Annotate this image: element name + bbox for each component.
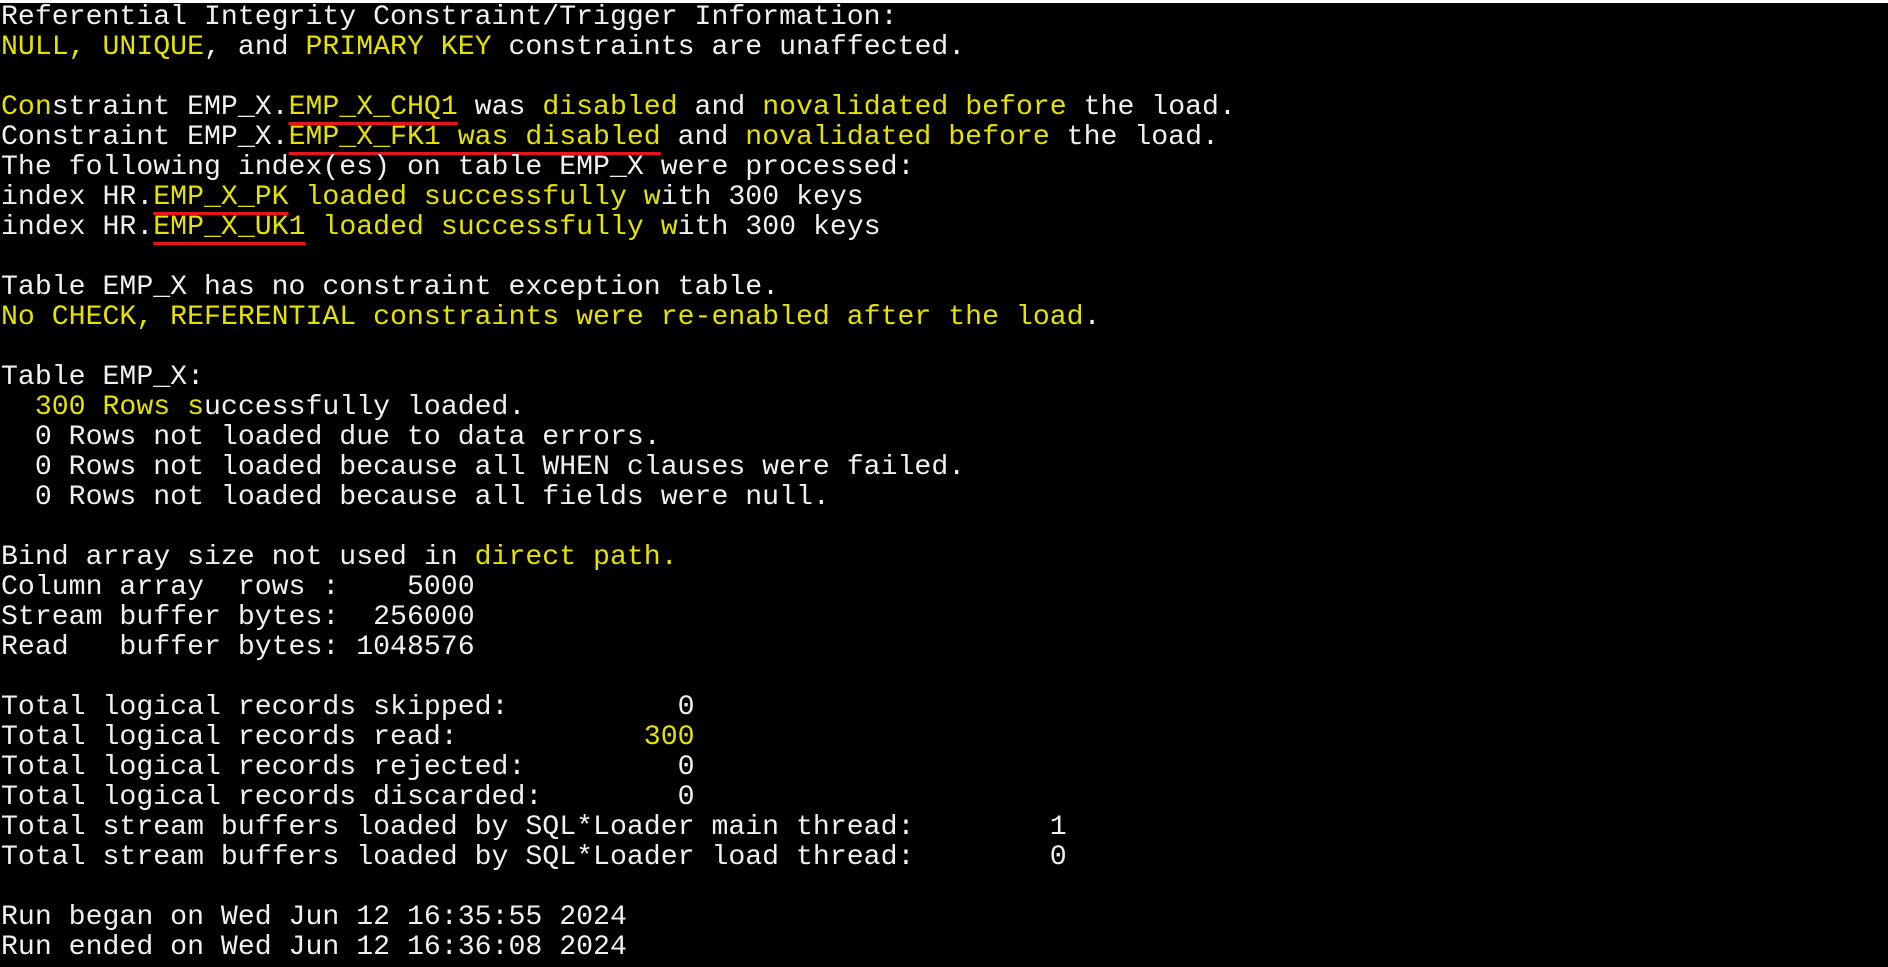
text-segment: Total stream buffers loaded by SQL*Loade…: [1, 842, 1067, 873]
text-segment: the load.: [1049, 122, 1219, 153]
text-segment: 0 Rows not loaded because all WHEN claus…: [1, 452, 966, 483]
text-segment: Table EMP_X has no constraint exception …: [1, 272, 780, 303]
text-segment: the load.: [1066, 92, 1236, 123]
terminal-line: NULL, UNIQUE, and PRIMARY KEY constraint…: [1, 33, 1888, 63]
terminal-line: Total logical records skipped: 0: [1, 693, 1888, 723]
text-segment: was: [457, 92, 543, 123]
text-segment: 300 Rows s: [34, 392, 204, 423]
text-segment: No CHECK, REFERENTIAL constraints were r…: [1, 302, 1084, 333]
text-segment: Total logical records rejected: 0: [1, 752, 695, 783]
text-segment: novalidated before: [745, 122, 1050, 153]
terminal-line: index HR.EMP_X_PK loaded successfully wi…: [1, 183, 1888, 213]
terminal-line: Bind array size not used in direct path.: [1, 543, 1888, 573]
text-segment: Total logical records read:: [1, 722, 644, 753]
text-segment: loaded successfully w: [288, 182, 661, 213]
text-segment: Bind array size not used in: [1, 542, 475, 573]
text-segment: Referential Integrity Constraint/Trigger…: [1, 2, 898, 33]
text-segment: Run began on Wed Jun 12 16:35:55 2024: [1, 902, 627, 933]
terminal-line: 0 Rows not loaded because all WHEN claus…: [1, 453, 1888, 483]
text-segment: direct path.: [474, 542, 678, 573]
terminal-line: Run began on Wed Jun 12 16:35:55 2024: [1, 903, 1888, 933]
terminal-line: Stream buffer bytes: 256000: [1, 603, 1888, 633]
text-segment: Table EMP_X:: [1, 362, 204, 393]
text-segment: Con: [1, 92, 52, 123]
text-segment: and: [660, 122, 746, 153]
text-segment: NULL, UNIQUE: [1, 32, 204, 63]
text-segment: Read buffer bytes: 1048576: [1, 632, 475, 663]
text-segment: [1, 392, 35, 423]
underlined-segment: EMP_X_CHQ1: [288, 92, 458, 123]
terminal-line: 0 Rows not loaded due to data errors.: [1, 423, 1888, 453]
terminal-line: 300 Rows successfully loaded.: [1, 393, 1888, 423]
terminal-line: The following index(es) on table EMP_X w…: [1, 153, 1888, 183]
terminal-line: Column array rows : 5000: [1, 573, 1888, 603]
terminal-line: Total stream buffers loaded by SQL*Loade…: [1, 813, 1888, 843]
text-segment: 300: [643, 722, 695, 753]
terminal-line: Total logical records rejected: 0: [1, 753, 1888, 783]
text-segment: index HR.: [1, 212, 154, 243]
terminal-line: Constraint EMP_X.EMP_X_FK1 was disabled …: [1, 123, 1888, 153]
text-segment: 0 Rows not loaded due to data errors.: [1, 422, 661, 453]
text-segment: ith 300 keys: [660, 182, 864, 213]
terminal-line: Referential Integrity Constraint/Trigger…: [1, 3, 1888, 33]
text-segment: .: [1083, 302, 1101, 333]
terminal-line: Total stream buffers loaded by SQL*Loade…: [1, 843, 1888, 873]
text-segment: 0 Rows not loaded because all fields wer…: [1, 482, 830, 513]
text-segment: Total logical records discarded: 0: [1, 782, 695, 813]
terminal-line: index HR.EMP_X_UK1 loaded successfully w…: [1, 213, 1888, 243]
text-segment: , and: [203, 32, 306, 63]
text-segment: novalidated before: [762, 92, 1067, 123]
text-segment: The following index(es) on table EMP_X w…: [1, 152, 915, 183]
terminal-line: Table EMP_X has no constraint exception …: [1, 273, 1888, 303]
underlined-segment: EMP_X_PK: [153, 182, 289, 213]
terminal-output[interactable]: Referential Integrity Constraint/Trigger…: [1, 3, 1888, 967]
text-segment: PRIMARY KEY: [305, 32, 492, 63]
text-segment: Total logical records skipped: 0: [1, 692, 695, 723]
text-segment: Stream buffer bytes: 256000: [1, 602, 475, 633]
terminal-line: Run ended on Wed Jun 12 16:36:08 2024: [1, 933, 1888, 963]
terminal-line: 0 Rows not loaded because all fields wer…: [1, 483, 1888, 513]
text-segment: constraints are unaffected.: [491, 32, 966, 63]
underlined-segment: EMP_X_FK1 was disabled: [288, 122, 661, 153]
terminal-line: Total logical records discarded: 0: [1, 783, 1888, 813]
text-segment: Column array rows : 5000: [1, 572, 475, 603]
terminal-line: Read buffer bytes: 1048576: [1, 633, 1888, 663]
text-segment: loaded successfully w: [305, 212, 678, 243]
terminal-line: Total logical records read: 300: [1, 723, 1888, 753]
text-segment: ith 300 keys: [677, 212, 881, 243]
text-segment: disabled: [542, 92, 678, 123]
terminal-line: Constraint EMP_X.EMP_X_CHQ1 was disabled…: [1, 93, 1888, 123]
text-segment: Run ended on Wed Jun 12 16:36:08 2024: [1, 932, 627, 963]
terminal-line: No CHECK, REFERENTIAL constraints were r…: [1, 303, 1888, 333]
text-segment: and: [677, 92, 763, 123]
text-segment: index HR.: [1, 182, 154, 213]
text-segment: uccessfully loaded.: [204, 392, 526, 423]
text-segment: Constraint EMP_X.: [1, 122, 289, 153]
text-segment: straint EMP_X.: [51, 92, 289, 123]
terminal-line: Table EMP_X:: [1, 363, 1888, 393]
text-segment: Total stream buffers loaded by SQL*Loade…: [1, 812, 1067, 843]
underlined-segment: EMP_X_UK1: [153, 212, 306, 243]
